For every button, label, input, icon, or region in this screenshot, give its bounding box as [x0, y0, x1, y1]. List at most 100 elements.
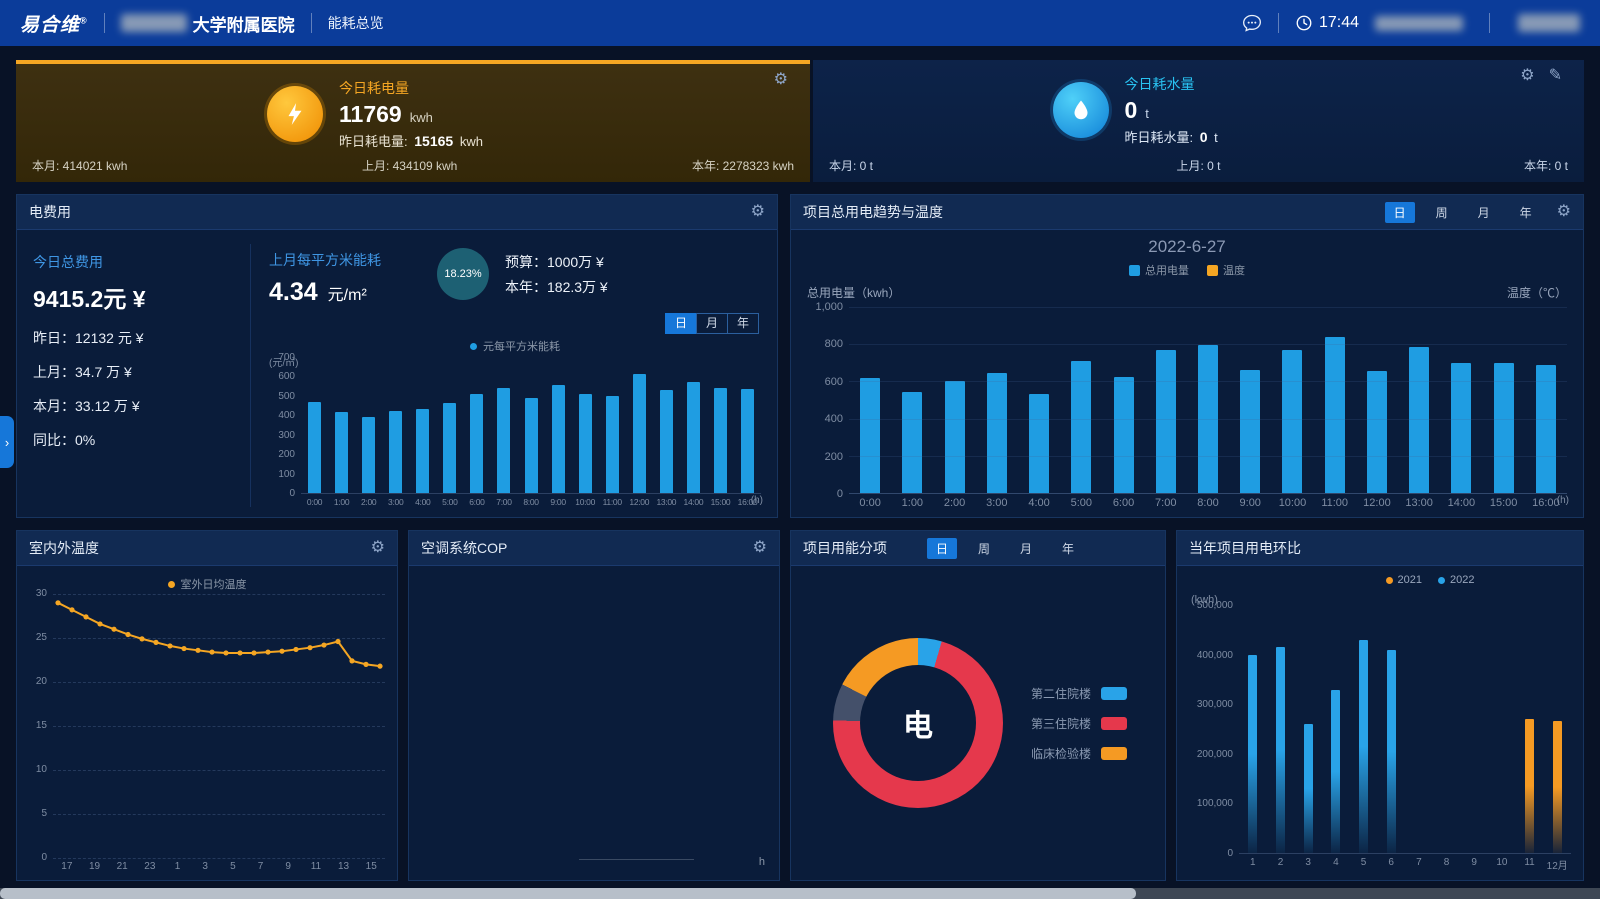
legend-swatch — [1438, 577, 1445, 584]
tab-年[interactable]: 年 — [1053, 538, 1083, 559]
legend-label: 元每平方米能耗 — [483, 338, 560, 354]
legend-item: 临床检验楼 — [1031, 745, 1127, 762]
bar — [1387, 650, 1396, 853]
bar — [633, 374, 646, 493]
tab-周[interactable]: 周 — [1427, 202, 1457, 223]
y-tick: 500,000 — [1197, 600, 1233, 612]
legend-item: 2022 — [1438, 574, 1474, 586]
gear-icon[interactable]: ⚙ — [753, 540, 767, 556]
bar-slot — [1440, 307, 1482, 493]
bar-slot — [707, 358, 734, 493]
x-label: 3 — [1294, 854, 1322, 872]
gear-icon[interactable]: ⚙ — [1557, 204, 1571, 220]
bar-slot — [1229, 307, 1271, 493]
bar — [443, 403, 456, 493]
x-label: 8:00 — [518, 494, 545, 507]
y-tick: 200 — [825, 451, 843, 463]
legend-item: 第三住院楼 — [1031, 715, 1127, 732]
yesterday-unit: t — [1214, 130, 1218, 145]
tab-年[interactable]: 年 — [727, 313, 759, 334]
bar — [660, 390, 673, 493]
bar-group — [1350, 606, 1378, 853]
x-label: 11 — [302, 858, 330, 872]
bar — [1282, 350, 1302, 493]
y-tick: 500 — [278, 391, 295, 403]
energy-donut: 电 — [833, 638, 1003, 808]
gear-icon[interactable]: ⚙ — [371, 540, 385, 556]
y-tick: 400 — [278, 410, 295, 422]
x-label: 15:00 — [707, 494, 734, 507]
y-axis-title: (元/㎡) — [269, 354, 298, 369]
panel-title: 项目总用电趋势与温度 — [803, 202, 943, 222]
x-label: 0:00 — [849, 494, 891, 509]
yearly-legend: 20212022 — [1189, 570, 1571, 590]
nav-item-energy-overview[interactable]: 能耗总览 — [328, 13, 384, 33]
cost-right-top: 上月每平方米能耗 4.34 元/m² 18.23% 预算：1000万 ¥ 本年：… — [269, 244, 761, 307]
bar-slot — [572, 358, 599, 493]
panel-header: 电费用 ⚙ — [17, 195, 777, 230]
x-axis-unit: (h) — [1557, 495, 1569, 506]
tab-月[interactable]: 月 — [696, 313, 728, 334]
gear-icon[interactable]: ⚙ — [751, 204, 765, 220]
bar — [1029, 394, 1049, 494]
tab-年[interactable]: 年 — [1511, 202, 1541, 223]
tab-月[interactable]: 月 — [1011, 538, 1041, 559]
electric-card-stats: 本月: 414021 kwh 上月: 434109 kwh 本年: 227832… — [32, 157, 794, 174]
x-label: 13:00 — [653, 494, 680, 507]
electric-summary-card: ⚙ 今日耗电量 11769 kwh 昨日耗电量: 15165 kwh — [16, 60, 810, 182]
bar — [389, 411, 402, 493]
redacted-username — [1375, 16, 1463, 31]
legend-swatch — [1386, 577, 1393, 584]
y-tick: 800 — [825, 338, 843, 350]
panel-title: 空调系统COP — [421, 538, 507, 558]
card-value: 11769 — [339, 101, 402, 128]
x-label: 1 — [1239, 854, 1267, 872]
temp-plot — [53, 594, 385, 858]
bar-slot — [1356, 307, 1398, 493]
legend-label: 第三住院楼 — [1031, 715, 1091, 732]
bar-group — [1405, 606, 1433, 853]
x-label: 9:00 — [545, 494, 572, 507]
bar — [1114, 377, 1134, 493]
electric-cost-panel: 电费用 ⚙ 今日总费用 9415.2元 ¥ 昨日：12132 元 ¥ 上月：34… — [16, 194, 778, 518]
bar-group — [1377, 606, 1405, 853]
message-icon[interactable] — [1242, 13, 1262, 33]
x-axis-unit: (h) — [751, 495, 763, 506]
bar — [714, 388, 727, 493]
horizontal-scrollbar — [0, 888, 1600, 899]
sqm-value: 4.34 — [269, 278, 318, 307]
horizontal-scrollbar-thumb[interactable] — [0, 888, 1136, 899]
brand-logo: 易合维® — [20, 10, 88, 37]
bar — [1553, 721, 1562, 853]
bar — [606, 396, 619, 493]
tab-周[interactable]: 周 — [969, 538, 999, 559]
y-tick: 600 — [278, 371, 295, 383]
budget-line: 预算：1000万 ¥ — [505, 250, 608, 275]
bar-group — [1460, 606, 1488, 853]
tab-日[interactable]: 日 — [927, 538, 957, 559]
card-title: 今日耗水量 — [1125, 74, 1345, 94]
tab-日[interactable]: 日 — [665, 313, 697, 334]
bar-slot — [1187, 307, 1229, 493]
yearly-compare-panel: 当年项目用电环比 20212022 (kwh) 500,000400,00030… — [1176, 530, 1584, 881]
stat-last-month: 上月: 0 t — [1176, 157, 1220, 174]
card-value-row: 0 t — [1125, 97, 1345, 124]
cost-plot — [301, 358, 761, 494]
middle-row: 电费用 ⚙ 今日总费用 9415.2元 ¥ 昨日：12132 元 ¥ 上月：34… — [16, 194, 1584, 518]
bar — [1325, 337, 1345, 493]
bar-group — [1322, 606, 1350, 853]
card-value: 0 — [1125, 97, 1138, 124]
tab-日[interactable]: 日 — [1385, 202, 1415, 223]
legend-swatch — [1129, 265, 1140, 276]
sidebar-expander[interactable]: › — [0, 416, 14, 468]
yesterday-unit: kwh — [460, 134, 483, 149]
hvac-cop-panel: 空调系统COP ⚙ h — [408, 530, 780, 881]
bar-slot — [436, 358, 463, 493]
trend-chart: 1,0008006004002000 0:001:002:003:004:005… — [807, 307, 1567, 509]
legend-label: 临床检验楼 — [1031, 745, 1091, 762]
tab-月[interactable]: 月 — [1469, 202, 1499, 223]
x-label: 17 — [53, 858, 81, 872]
bar — [525, 398, 538, 493]
energy-breakdown-panel: 项目用能分项 日周月年 电 第二住院楼第三住院楼临床检验楼 — [790, 530, 1166, 881]
cost-row: 本月：33.12 万 ¥ — [33, 396, 250, 416]
